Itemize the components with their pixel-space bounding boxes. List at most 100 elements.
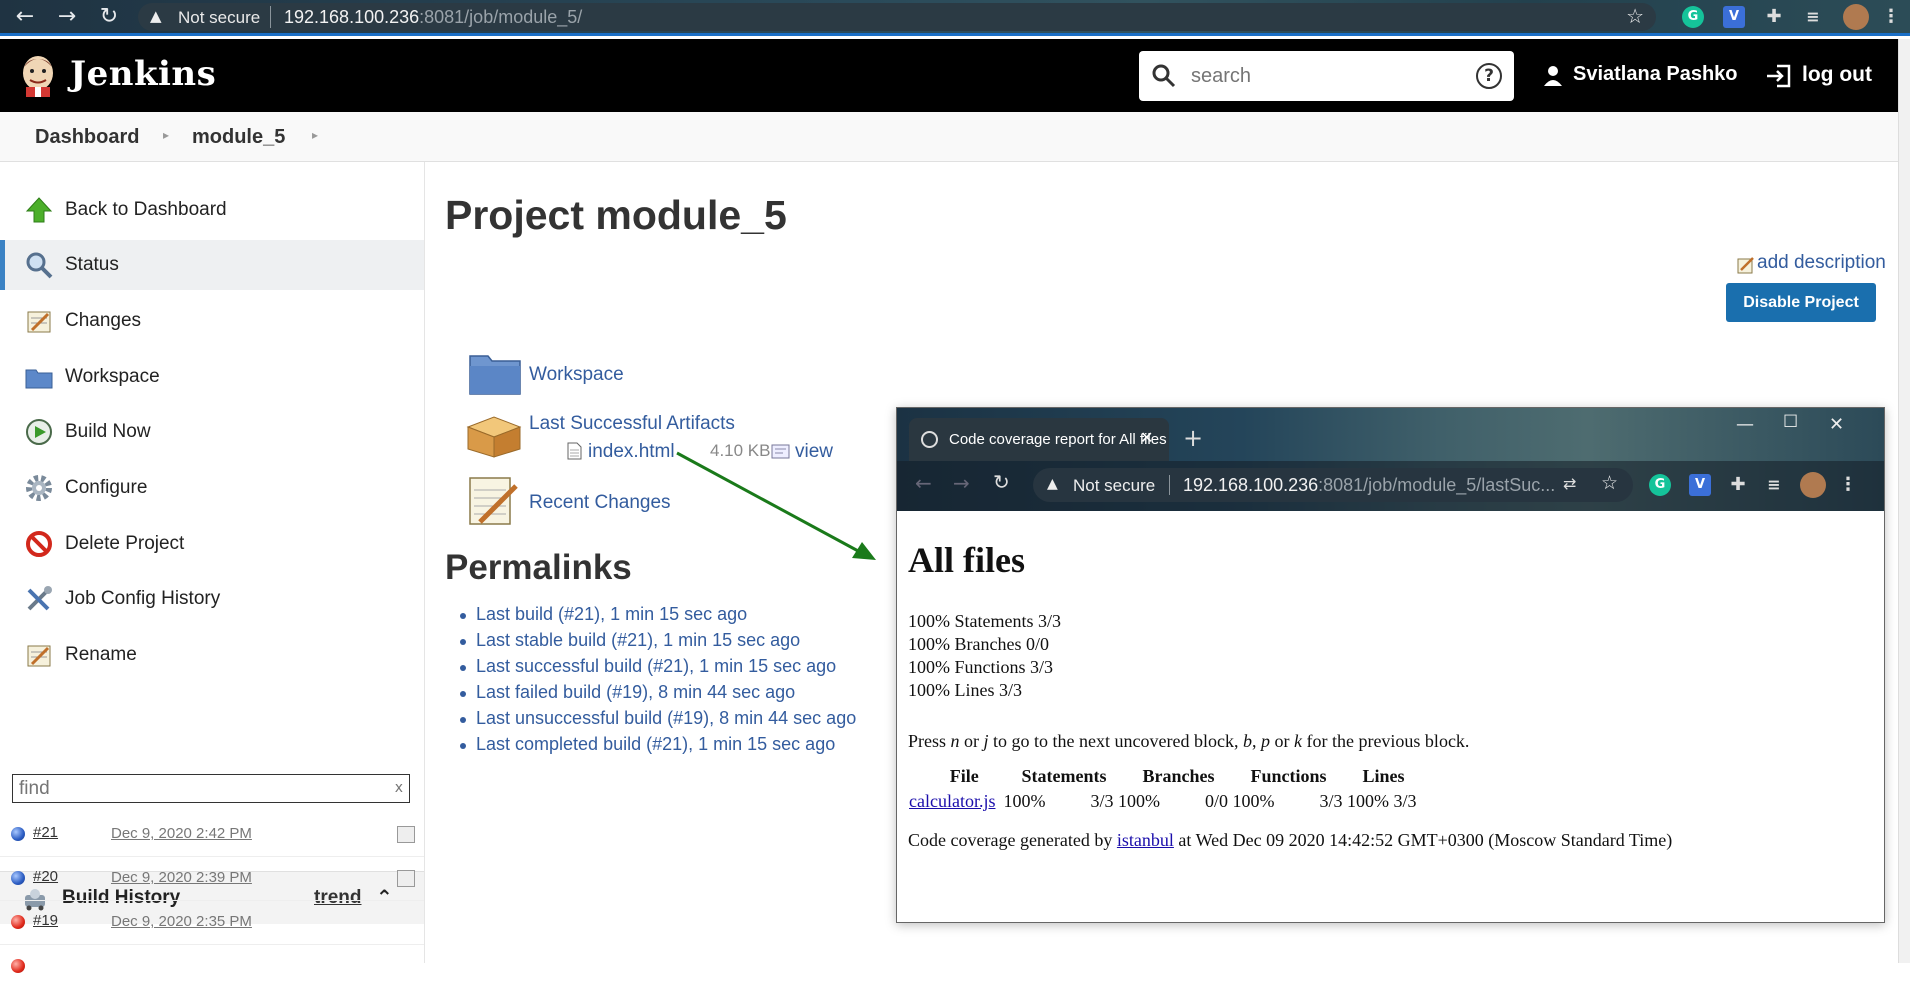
url-host: 192.168.100.236 <box>284 7 420 27</box>
istanbul-link[interactable]: istanbul <box>1117 830 1174 850</box>
sidebar-item-back-to-dashboard[interactable]: Back to Dashboard <box>0 185 424 235</box>
success-ball-icon <box>11 871 25 885</box>
close-tab-icon[interactable]: ✕ <box>1140 428 1153 447</box>
translate-icon[interactable]: ⇄ <box>1563 474 1576 493</box>
permalink[interactable]: Last failed build (#19), 8 min 44 sec ag… <box>476 682 795 702</box>
avatar[interactable] <box>1800 472 1826 498</box>
url-host: 192.168.100.236 <box>1183 475 1319 495</box>
console-icon[interactable] <box>397 870 415 887</box>
sidebar-item-build-now[interactable]: Build Now <box>0 407 424 457</box>
reload-icon[interactable]: ↻ <box>96 4 122 30</box>
close-window-icon[interactable]: ✕ <box>1829 414 1844 435</box>
breadcrumb: Dashboard ▸ module_5 ▸ <box>0 112 1898 162</box>
workspace-link[interactable]: Workspace <box>529 364 624 386</box>
permalink[interactable]: Last successful build (#21), 1 min 15 se… <box>476 656 836 676</box>
extension-v-icon[interactable]: V <box>1723 6 1745 28</box>
table-row: calculator.js 100% 3/3 100% 0/0 100% 3/3… <box>907 791 1423 812</box>
console-icon[interactable] <box>397 826 415 843</box>
build-date-link[interactable]: Dec 9, 2020 2:39 PM <box>111 869 252 886</box>
grammarly-icon[interactable]: G <box>1649 474 1671 496</box>
build-number-link[interactable]: #21 <box>33 824 58 841</box>
hint-text: , <box>1251 731 1261 751</box>
maximize-icon[interactable]: ☐ <box>1783 412 1798 432</box>
page-scrollbar[interactable] <box>1898 39 1910 963</box>
user-icon <box>1544 66 1562 86</box>
sidebar-item-job-config-history[interactable]: Job Config History <box>0 574 424 624</box>
permalink[interactable]: Last stable build (#21), 1 min 15 sec ag… <box>476 630 800 650</box>
sidebar-item-status[interactable]: Status <box>0 240 424 290</box>
build-number-link[interactable]: #19 <box>33 912 58 929</box>
clear-icon[interactable]: x <box>395 780 403 796</box>
build-row[interactable]: #19 Dec 9, 2020 2:35 PM <box>0 901 424 945</box>
sidebar-item-workspace[interactable]: Workspace <box>0 352 424 402</box>
forward-icon[interactable]: → <box>953 471 970 495</box>
build-number-link[interactable]: #20 <box>33 868 58 885</box>
menu-icon[interactable]: ⋮ <box>1880 6 1902 28</box>
back-icon[interactable]: ← <box>915 471 932 495</box>
breadcrumb-module[interactable]: module_5 <box>192 126 285 149</box>
sidebar-item-label: Rename <box>65 644 137 665</box>
build-row[interactable]: #21 Dec 9, 2020 2:42 PM <box>0 813 424 857</box>
star-icon[interactable]: ☆ <box>1601 472 1618 494</box>
breadcrumb-dashboard[interactable]: Dashboard <box>35 126 139 149</box>
popup-tab[interactable]: Code coverage report for All files ✕ <box>909 418 1169 461</box>
reload-icon[interactable]: ↻ <box>993 470 1010 494</box>
chevron-right-icon[interactable]: ▸ <box>163 128 169 142</box>
find-input[interactable] <box>19 778 379 800</box>
avatar[interactable] <box>1843 4 1869 30</box>
file-link[interactable]: calculator.js <box>909 791 995 811</box>
address-bar[interactable]: ▲ Not secure 192.168.100.236:8081/job/mo… <box>138 3 1656 31</box>
forward-icon[interactable]: → <box>54 4 80 30</box>
url-text[interactable]: 192.168.100.236:8081/job/module_5/ <box>284 7 582 28</box>
media-icon[interactable]: ≡ <box>1763 474 1785 496</box>
help-icon[interactable]: ? <box>1476 63 1502 89</box>
table-header-row: File Statements Branches Functions Lines <box>907 766 1423 791</box>
sidebar-item-changes[interactable]: Changes <box>0 296 424 346</box>
add-description-link[interactable]: add description <box>1757 252 1886 274</box>
build-row-partial[interactable] <box>0 945 424 989</box>
sidebar-item-label: Configure <box>65 477 148 498</box>
logout-link[interactable]: log out <box>1802 63 1872 87</box>
minimize-icon[interactable]: — <box>1736 414 1754 435</box>
user-name-link[interactable]: Sviatlana Pashko <box>1573 63 1738 86</box>
permalink[interactable]: Last unsuccessful build (#19), 8 min 44 … <box>476 708 856 728</box>
new-tab-icon[interactable]: + <box>1183 424 1203 452</box>
column-header: File <box>949 766 979 786</box>
puzzle-icon[interactable]: ✚ <box>1727 474 1749 496</box>
permalinks-heading: Permalinks <box>445 548 632 587</box>
permalink[interactable]: Last completed build (#21), 1 min 15 sec… <box>476 734 835 754</box>
chevron-right-icon[interactable]: ▸ <box>312 128 318 142</box>
coverage-report: All files 100% Statements 3/3 100% Branc… <box>897 511 1884 922</box>
media-icon[interactable]: ≡ <box>1802 6 1824 28</box>
permalink[interactable]: Last build (#21), 1 min 15 sec ago <box>476 604 747 624</box>
divider <box>270 6 271 28</box>
puzzle-icon[interactable]: ✚ <box>1763 6 1785 28</box>
url-text[interactable]: 192.168.100.236:8081/job/module_5/lastSu… <box>1183 475 1555 496</box>
popup-address-bar[interactable]: ▲ Not secure 192.168.100.236:8081/job/mo… <box>1033 468 1633 502</box>
jenkins-header: Jenkins ? Sviatlana Pashko log out <box>0 39 1898 112</box>
menu-icon[interactable]: ⋮ <box>1837 474 1859 496</box>
extension-v-icon[interactable]: V <box>1689 474 1711 496</box>
sidebar-item-delete-project[interactable]: Delete Project <box>0 519 424 569</box>
sidebar-item-configure[interactable]: Configure <box>0 463 424 513</box>
disable-project-button[interactable]: Disable Project <box>1726 283 1876 322</box>
footer-text: at Wed Dec 09 2020 14:42:52 GMT+0300 (Mo… <box>1173 830 1673 850</box>
hint-text: or <box>1269 731 1294 751</box>
star-icon[interactable]: ☆ <box>1626 4 1644 28</box>
footer-text: Code coverage generated by <box>908 830 1117 850</box>
build-row[interactable]: #20 Dec 9, 2020 2:39 PM <box>0 857 424 901</box>
sidebar-item-rename[interactable]: Rename <box>0 630 424 680</box>
build-date-link[interactable]: Dec 9, 2020 2:42 PM <box>111 825 252 842</box>
artifact-file-link[interactable]: index.html <box>588 441 675 463</box>
stat-statements: 100% Statements 3/3 <box>908 611 1061 631</box>
last-successful-artifacts-link[interactable]: Last Successful Artifacts <box>529 413 735 435</box>
brand-title[interactable]: Jenkins <box>70 54 216 94</box>
build-date-link[interactable]: Dec 9, 2020 2:35 PM <box>111 913 252 930</box>
search-input[interactable] <box>1191 63 1461 89</box>
back-icon[interactable]: ← <box>12 4 38 30</box>
recent-changes-link[interactable]: Recent Changes <box>529 492 671 514</box>
jenkins-logo-icon[interactable] <box>18 53 58 97</box>
find-field[interactable]: x <box>12 774 410 803</box>
grammarly-icon[interactable]: G <box>1682 6 1704 28</box>
search-box[interactable]: ? <box>1139 51 1514 101</box>
